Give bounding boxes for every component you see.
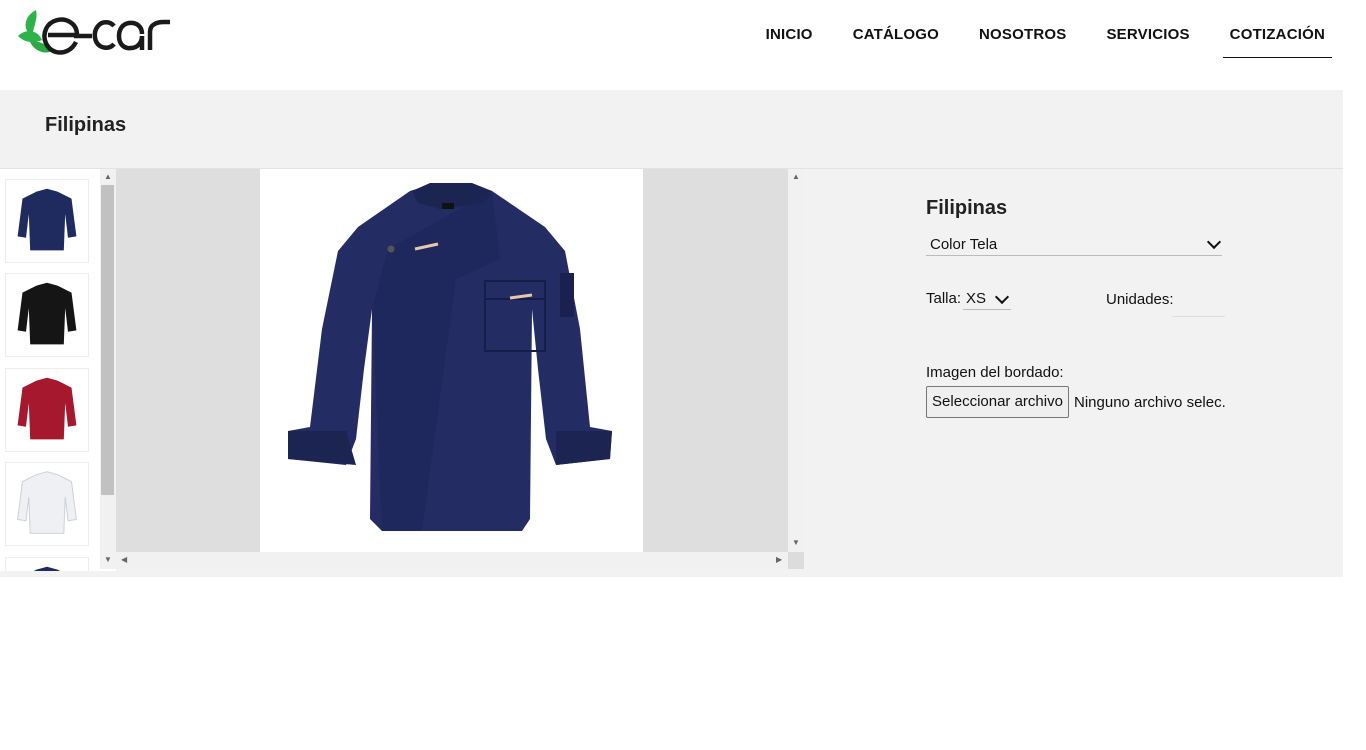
thumbnail-list: ▲ ▼ — [0, 169, 116, 571]
scroll-right-icon[interactable]: ▶ — [776, 556, 782, 564]
ecar-logo[interactable] — [16, 6, 176, 60]
size-select[interactable]: XS — [963, 289, 1011, 310]
viewer-horizontal-scrollbar[interactable]: ◀ ▶ — [116, 552, 788, 569]
nav-servicios[interactable]: SERVICIOS — [1086, 0, 1209, 58]
scrollbar-corner — [788, 552, 804, 569]
color-select-value: Color Tela — [930, 236, 998, 253]
jacket-icon — [33, 566, 61, 571]
select-file-button[interactable]: Seleccionar archivo — [926, 386, 1069, 418]
scroll-left-icon[interactable]: ◀ — [121, 556, 127, 564]
file-status-text: Ninguno archivo selec. — [1074, 394, 1226, 411]
scroll-down-icon[interactable]: ▼ — [104, 556, 112, 564]
scroll-down-icon[interactable]: ▼ — [792, 539, 800, 547]
scroll-up-icon[interactable]: ▲ — [792, 173, 800, 181]
page-title-band: Filipinas — [0, 90, 1343, 169]
product-name: Filipinas — [926, 197, 1008, 219]
chef-jacket-image — [288, 183, 612, 531]
nav-inicio[interactable]: INICIO — [746, 0, 833, 58]
main-image-viewer — [116, 169, 788, 552]
units-label: Unidades: — [1106, 291, 1174, 308]
jacket-icon — [17, 377, 77, 440]
page-title: Filipinas — [45, 114, 127, 136]
viewer-vertical-scrollbar[interactable]: ▲ ▼ — [788, 169, 804, 552]
thumbnail-black[interactable] — [5, 273, 89, 357]
scroll-up-icon[interactable]: ▲ — [104, 173, 112, 181]
thumbnail-white[interactable] — [5, 462, 89, 546]
thumbnail-scrollbar-thumb[interactable] — [101, 185, 114, 495]
thumbnail-navy[interactable] — [5, 179, 89, 263]
size-label: Talla: — [926, 290, 962, 307]
units-input[interactable] — [1172, 295, 1225, 317]
jacket-icon — [17, 282, 77, 345]
embroidery-label: Imagen del bordado: — [926, 364, 1064, 381]
color-select[interactable]: Color Tela — [926, 233, 1222, 256]
size-select-value: XS — [966, 290, 987, 307]
main-product-image — [260, 169, 643, 552]
chevron-down-icon — [994, 289, 1010, 305]
jacket-icon — [17, 188, 77, 251]
main-nav: INICIO CATÁLOGO NOSOTROS SERVICIOS COTIZ… — [746, 0, 1332, 58]
jacket-icon — [17, 471, 77, 534]
thumbnail-navy-2[interactable] — [5, 557, 89, 571]
nav-catalogo[interactable]: CATÁLOGO — [833, 0, 959, 58]
chevron-down-icon — [1206, 234, 1222, 250]
nav-cotizacion[interactable]: COTIZACIÓN — [1222, 0, 1332, 58]
nav-nosotros[interactable]: NOSOTROS — [959, 0, 1086, 58]
thumbnail-scrollbar[interactable]: ▲ ▼ — [100, 169, 116, 569]
product-section: ▲ ▼ ▲ ▼ ◀ ▶ Filipinas Color Tela Talla: … — [0, 169, 1343, 577]
thumbnail-red[interactable] — [5, 368, 89, 452]
